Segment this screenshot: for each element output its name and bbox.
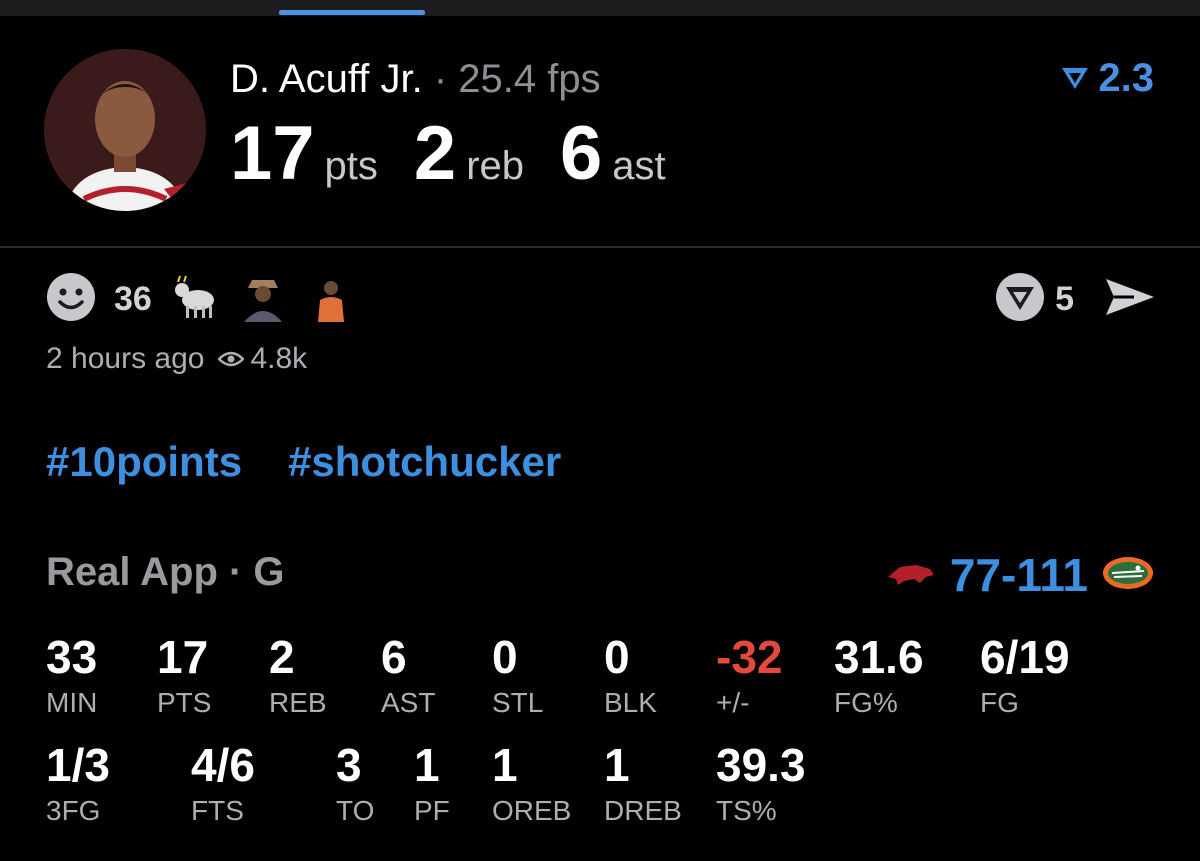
- assists-value: 6: [560, 111, 603, 196]
- stat-value: 2: [269, 631, 295, 683]
- stat-value: -32: [716, 631, 783, 683]
- stat-value: 39.3: [716, 739, 806, 791]
- goat-emoji-icon[interactable]: [170, 272, 220, 327]
- smiley-icon[interactable]: [46, 272, 96, 327]
- stat-value: 4/6: [191, 739, 255, 791]
- stat-label: DREB: [604, 795, 682, 826]
- rating-badge[interactable]: 2.3: [1060, 56, 1154, 101]
- rating-icon: [1060, 56, 1090, 101]
- points-unit: pts: [324, 144, 378, 188]
- razorback-logo-icon: [886, 559, 936, 592]
- stat-value: 31.6: [834, 631, 924, 683]
- reactions-row: 36: [46, 272, 356, 327]
- stat-label: FG: [980, 687, 1019, 718]
- stat-label: AST: [381, 687, 436, 718]
- stat-label: STL: [492, 687, 544, 718]
- game-score[interactable]: 77-111: [886, 548, 1154, 602]
- stat-to: 3 TO: [336, 740, 374, 826]
- vote-icon: [995, 272, 1045, 327]
- hashtag-link[interactable]: #shotchucker: [288, 438, 561, 486]
- stat-value: 17: [157, 631, 209, 683]
- stat-label: PF: [414, 795, 450, 826]
- eye-icon: [217, 342, 246, 376]
- player-name[interactable]: D. Acuff Jr.: [230, 57, 423, 101]
- person-emoji-1-icon[interactable]: [237, 272, 288, 327]
- post-meta: 2 hours ago 4.8k: [46, 342, 307, 376]
- fantasy-points: 25.4 fps: [458, 57, 601, 101]
- stat-label: OREB: [492, 795, 572, 826]
- gator-logo-icon: [1102, 555, 1154, 596]
- stat-pts: 17 PTS: [157, 632, 211, 718]
- rebounds-unit: reb: [466, 144, 524, 188]
- active-tab-indicator: [279, 10, 425, 15]
- stat-blk: 0 BLK: [604, 632, 657, 718]
- stat-ts-pct: 39.3 TS%: [716, 740, 806, 826]
- stat-fts: 4/6 FTS: [191, 740, 255, 826]
- stat-ast: 6 AST: [381, 632, 435, 718]
- reaction-count: 36: [114, 280, 152, 318]
- stat-label: TO: [336, 795, 375, 826]
- stat-dreb: 1 DREB: [604, 740, 682, 826]
- player-avatar[interactable]: [44, 49, 206, 211]
- stat-value: 33: [46, 631, 98, 683]
- rating-value: 2.3: [1098, 56, 1154, 100]
- timestamp: 2 hours ago: [46, 342, 205, 375]
- stat-oreb: 1 OREB: [492, 740, 571, 826]
- stat-label: +/-: [716, 687, 750, 718]
- stat-label: PTS: [157, 687, 212, 718]
- score-value: 77-111: [949, 549, 1088, 601]
- summary-stats: 17 pts 2 reb 6 ast: [230, 112, 702, 196]
- top-bar: [0, 0, 1200, 16]
- stat-value: 1: [492, 739, 518, 791]
- stat-label: FG%: [834, 687, 898, 718]
- separator: ·: [433, 57, 448, 101]
- stat-label: REB: [269, 687, 327, 718]
- stat-label: FTS: [191, 795, 244, 826]
- stat-reb: 2 REB: [269, 632, 327, 718]
- views-value: 4.8k: [250, 342, 308, 375]
- hashtags: #10points #shotchucker: [46, 438, 561, 486]
- points-value: 17: [230, 111, 315, 196]
- stat-label: BLK: [604, 687, 657, 718]
- stat-label: TS%: [716, 795, 777, 826]
- post-actions: 5: [995, 272, 1156, 327]
- player-header: D. Acuff Jr. · 25.4 fps: [230, 56, 601, 102]
- divider: [0, 246, 1200, 248]
- assists-unit: ast: [612, 144, 666, 188]
- vote-count: 5: [1055, 280, 1074, 318]
- stat-min: 33 MIN: [46, 632, 97, 718]
- league-position: Real App · G: [46, 550, 285, 594]
- stat-fg: 6/19 FG: [980, 632, 1070, 718]
- stat-stl: 0 STL: [492, 632, 543, 718]
- stat-value: 1: [604, 739, 630, 791]
- view-count: 4.8k: [217, 342, 308, 376]
- vote-button[interactable]: 5: [995, 272, 1074, 327]
- send-icon[interactable]: [1104, 275, 1156, 324]
- stat-value: 3: [336, 739, 362, 791]
- stat-value: 0: [604, 631, 630, 683]
- hashtag-link[interactable]: #10points: [46, 438, 242, 486]
- stat-pf: 1 PF: [414, 740, 450, 826]
- stat-value: 0: [492, 631, 518, 683]
- stat-fg-pct: 31.6 FG%: [834, 632, 924, 718]
- rebounds-value: 2: [413, 111, 457, 196]
- stat-value: 1: [414, 739, 440, 791]
- stat-3fg: 1/3 3FG: [46, 740, 110, 826]
- stat-label: MIN: [46, 687, 98, 718]
- stat-value: 6: [381, 631, 407, 683]
- stat-label: 3FG: [46, 795, 101, 826]
- stat-value: 1/3: [46, 739, 110, 791]
- stat-value: 6/19: [980, 631, 1070, 683]
- stat-plus-minus: -32 +/-: [716, 632, 782, 718]
- person-emoji-2-icon[interactable]: [305, 272, 356, 327]
